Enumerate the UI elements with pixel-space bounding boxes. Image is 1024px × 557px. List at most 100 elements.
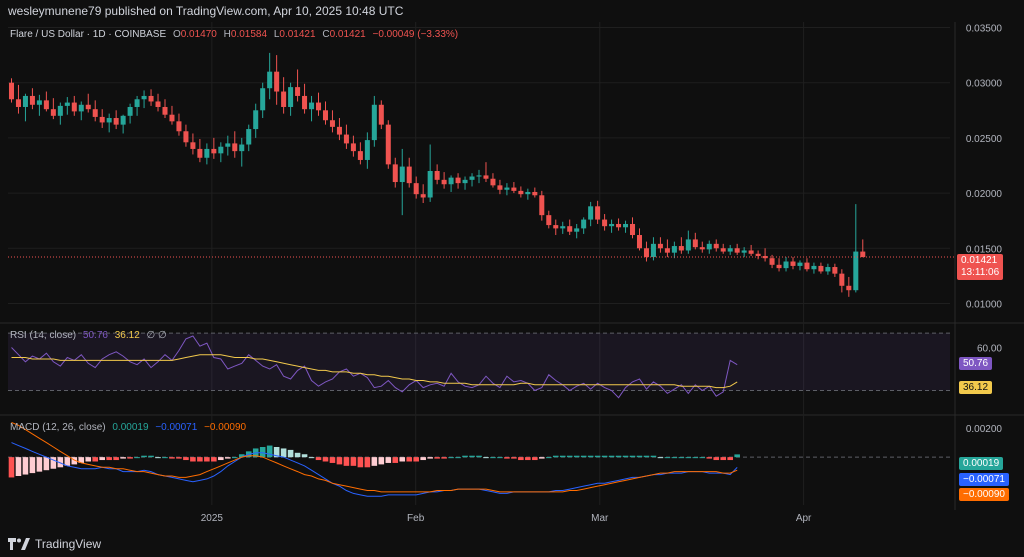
candle-body: [755, 253, 761, 256]
candle-body: [218, 146, 224, 154]
macd-histogram-bar: [462, 455, 468, 458]
chart-canvas[interactable]: 2025 Feb Mar Apr 0.03500 0.03000 0.02500 0.0200…: [0, 0, 1024, 557]
candle-body: [197, 148, 203, 158]
close-label: C: [322, 29, 330, 40]
candle-body: [734, 248, 740, 253]
candle-body: [609, 223, 615, 227]
candle-body: [448, 177, 454, 185]
macd-histogram-bar: [204, 457, 210, 462]
macd-histogram-bar: [225, 457, 231, 459]
macd-histogram-bar: [420, 457, 426, 461]
macd-histogram-bar: [594, 455, 601, 458]
macd-histogram-bar: [92, 457, 99, 462]
macd-histogram-bar: [211, 457, 217, 462]
candle-body: [322, 110, 329, 121]
signal-legend-value: −0.00090: [204, 422, 247, 433]
candle-body: [57, 105, 63, 116]
candle-body: [106, 118, 112, 123]
candle-body: [176, 121, 182, 132]
macd-histogram-bar: [15, 457, 22, 476]
candle-body: [239, 144, 245, 152]
candle-body: [574, 228, 580, 232]
candle-body: [846, 285, 852, 291]
candle-body: [797, 262, 803, 266]
macd-histogram-bar: [483, 457, 489, 459]
macd-histogram-bar: [385, 457, 392, 463]
macd-histogram-bar: [692, 457, 699, 459]
candle-body: [315, 102, 322, 111]
macd-legend-value: −0.00071: [155, 422, 198, 433]
candle-body: [15, 99, 21, 107]
candle-body: [274, 71, 280, 92]
candle-body: [643, 248, 649, 258]
candle-body: [699, 247, 705, 250]
macd-histogram-bar: [127, 457, 133, 459]
macd-histogram-bar: [308, 457, 315, 459]
candle-body: [832, 267, 838, 274]
candle-body: [329, 120, 335, 127]
macd-histogram-bar: [720, 457, 727, 461]
macd-histogram-bar: [301, 454, 308, 458]
macd-histogram-bar: [162, 457, 168, 459]
candle-body: [288, 87, 294, 107]
candle-body: [623, 223, 629, 228]
candle-body: [462, 179, 468, 184]
time-axis-label: Apr: [796, 513, 812, 524]
price-axis-label: 0.03000: [966, 79, 1003, 90]
candle-body: [602, 219, 608, 227]
candle-body: [769, 258, 775, 265]
candle-body: [616, 223, 622, 228]
macd-histogram-bar: [601, 455, 608, 458]
macd-histogram-bar: [148, 455, 154, 458]
macd-histogram-bar: [650, 455, 657, 458]
publish-header: wesleymunene79 published on TradingView.…: [8, 4, 404, 18]
candle-body: [134, 99, 140, 107]
candle-body: [713, 243, 719, 249]
rsi-band-fill: [8, 333, 950, 391]
candle-body: [204, 148, 210, 158]
candle-body: [776, 264, 782, 269]
macd-histogram-bar: [539, 457, 545, 459]
candle-body: [811, 265, 817, 270]
rsi-legend-value: 50.76: [82, 330, 108, 341]
macd-histogram-bar: [134, 457, 140, 459]
macd-histogram-bar: [8, 457, 15, 478]
symbol-label: Flare / US Dollar · 1D · COINBASE: [10, 29, 167, 40]
candle-body: [560, 226, 566, 229]
macd-histogram-bar: [329, 457, 336, 463]
candle-body: [406, 166, 412, 184]
candle-body: [183, 131, 189, 143]
candle-body: [532, 191, 538, 196]
candle-body: [232, 143, 238, 152]
macd-histogram-bar: [559, 455, 566, 458]
footer-brand[interactable]: TradingView: [8, 537, 101, 551]
macd-histogram-bar: [231, 457, 238, 459]
macd-histogram-bar: [218, 457, 224, 461]
macd-histogram-bar: [657, 457, 664, 459]
countdown-value: 13:11:06: [961, 267, 1000, 278]
macd-histogram-bar: [183, 457, 189, 461]
candle-body: [253, 110, 259, 130]
macd-histogram-bar: [106, 457, 112, 461]
candle-body: [392, 164, 398, 183]
rsi-label: RSI (14, close): [10, 330, 77, 341]
price-axis-label: 0.02000: [966, 189, 1003, 200]
price-axis-label: 0.01000: [966, 299, 1003, 310]
candle-body: [85, 104, 91, 110]
rsi-value-tag: 50.76: [959, 357, 993, 370]
macd-histogram-bar: [406, 457, 413, 462]
open-label: O: [172, 29, 181, 40]
candle-body: [267, 71, 273, 89]
macd-histogram-bar: [36, 457, 43, 472]
macd-line: [11, 442, 738, 497]
macd-hist-tag: 0.00019: [959, 457, 1004, 470]
macd-histogram-bar: [155, 457, 161, 459]
candle-body: [518, 190, 524, 195]
candle-body: [295, 87, 301, 96]
candle-body: [22, 95, 28, 107]
macd-histogram-bar: [622, 455, 629, 458]
macd-histogram-bar: [685, 457, 692, 459]
candle-body: [385, 124, 391, 165]
candle-body: [441, 179, 447, 185]
candle-body: [727, 248, 733, 252]
